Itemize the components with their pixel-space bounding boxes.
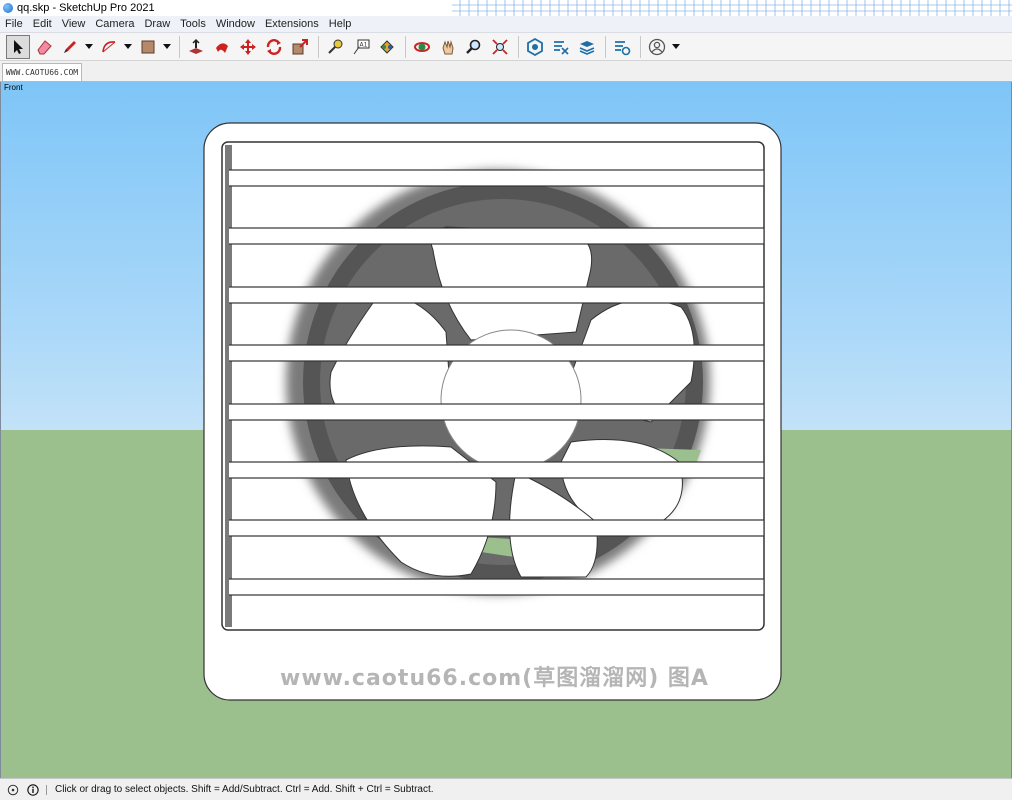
- louver-slat: [229, 344, 764, 362]
- toolbar-separator: [518, 35, 519, 58]
- dropdown-arrow-icon: [162, 43, 171, 49]
- orbit-tool-button[interactable]: [410, 35, 434, 59]
- toolbar-separator: [605, 35, 606, 58]
- scene-tab-strip: WWW.CAOTU66.COM: [0, 61, 1012, 82]
- shape-tool-button[interactable]: [136, 35, 160, 59]
- watermark-text: www.caotu66.com(草图溜溜网) 图A: [280, 666, 709, 691]
- shape-tool-dropdown[interactable]: [162, 35, 171, 59]
- toolbar-separator: [640, 35, 641, 58]
- account-icon: [648, 38, 666, 55]
- extension-manager-button[interactable]: [575, 35, 599, 59]
- line-tool-button[interactable]: [58, 35, 82, 59]
- large-toolset-toolbar: A1: [0, 33, 1012, 61]
- svg-text:A1: A1: [360, 41, 368, 48]
- zoom-extents-icon: [492, 38, 508, 55]
- pan-tool-button[interactable]: [436, 35, 460, 59]
- louver-slat: [229, 403, 764, 421]
- text-icon: A1: [353, 39, 370, 54]
- account-dropdown[interactable]: [671, 35, 680, 59]
- scale-tool-button[interactable]: [288, 35, 312, 59]
- push-pull-icon: [189, 38, 203, 54]
- instructor-info-icon[interactable]: [26, 783, 40, 797]
- status-bar: Click or drag to select objects. Shift =…: [0, 778, 1012, 800]
- louver-slat: [229, 519, 764, 537]
- menu-help[interactable]: Help: [324, 18, 357, 30]
- louver-slat: [229, 169, 764, 187]
- push-pull-tool-button[interactable]: [184, 35, 208, 59]
- paint-bucket-icon: [380, 39, 394, 54]
- title-bar-background: [452, 0, 1012, 16]
- extension-manager-icon: [579, 40, 595, 55]
- louver-slat: [229, 227, 764, 245]
- zoom-tool-button[interactable]: [462, 35, 486, 59]
- title-bar: qq.skp - SketchUp Pro 2021: [0, 0, 1012, 16]
- follow-me-icon: [216, 42, 228, 53]
- tape-measure-icon: [328, 39, 343, 54]
- eraser-tool-button[interactable]: [32, 35, 56, 59]
- louver-slat: [229, 578, 764, 596]
- menu-camera[interactable]: Camera: [90, 18, 139, 30]
- scene-tab[interactable]: WWW.CAOTU66.COM: [2, 63, 82, 81]
- dropdown-arrow-icon: [123, 43, 132, 49]
- send-to-layout-icon: [554, 40, 569, 55]
- send-to-layout-button[interactable]: [549, 35, 573, 59]
- pan-icon: [442, 39, 454, 54]
- arc-tool-dropdown[interactable]: [123, 35, 132, 59]
- move-icon: [240, 38, 256, 55]
- status-divider: [46, 784, 47, 795]
- dropdown-arrow-icon: [84, 43, 93, 49]
- status-message: Click or drag to select objects. Shift =…: [55, 784, 434, 795]
- menu-file[interactable]: File: [0, 18, 28, 30]
- menu-edit[interactable]: Edit: [28, 18, 57, 30]
- scale-icon: [292, 38, 308, 54]
- select-arrow-icon: [14, 39, 23, 54]
- frame-left-shadow: [225, 145, 232, 627]
- paint-bucket-tool-button[interactable]: [375, 35, 399, 59]
- tape-measure-tool-button[interactable]: [323, 35, 347, 59]
- rotate-tool-button[interactable]: [262, 35, 286, 59]
- orbit-icon: [414, 41, 430, 52]
- menu-window[interactable]: Window: [211, 18, 260, 30]
- zoom-extents-tool-button[interactable]: [488, 35, 512, 59]
- sketchup-logo-icon: [3, 3, 13, 13]
- toolbar-separator: [179, 35, 180, 58]
- arc-tool-button[interactable]: [97, 35, 121, 59]
- geo-location-icon[interactable]: [6, 783, 20, 797]
- toolbar-separator: [318, 35, 319, 58]
- menu-draw[interactable]: Draw: [139, 18, 175, 30]
- extension-warehouse-icon: [527, 37, 543, 56]
- louver-slat: [229, 461, 764, 479]
- rotate-icon: [266, 38, 282, 55]
- menu-extensions[interactable]: Extensions: [260, 18, 324, 30]
- 3d-warehouse-icon: [615, 40, 631, 55]
- arc-icon: [102, 40, 116, 52]
- louver-slat: [229, 286, 764, 304]
- 3d-warehouse-button[interactable]: [610, 35, 634, 59]
- window-title: qq.skp - SketchUp Pro 2021: [17, 2, 155, 14]
- toolbar-separator: [405, 35, 406, 58]
- account-button[interactable]: [645, 35, 669, 59]
- move-tool-button[interactable]: [236, 35, 260, 59]
- line-tool-dropdown[interactable]: [84, 35, 93, 59]
- menu-view[interactable]: View: [57, 18, 91, 30]
- zoom-icon: [466, 39, 481, 54]
- extension-warehouse-button[interactable]: [523, 35, 547, 59]
- dropdown-arrow-icon: [671, 43, 680, 49]
- follow-me-tool-button[interactable]: [210, 35, 234, 59]
- shape-rectangle-icon: [141, 40, 155, 53]
- pencil-line-icon: [64, 40, 76, 53]
- select-tool-button[interactable]: [6, 34, 30, 59]
- menu-bar: File Edit View Camera Draw Tools Window …: [0, 16, 1012, 33]
- text-tool-button[interactable]: A1: [349, 35, 373, 59]
- eraser-icon: [37, 39, 52, 54]
- menu-tools[interactable]: Tools: [175, 18, 211, 30]
